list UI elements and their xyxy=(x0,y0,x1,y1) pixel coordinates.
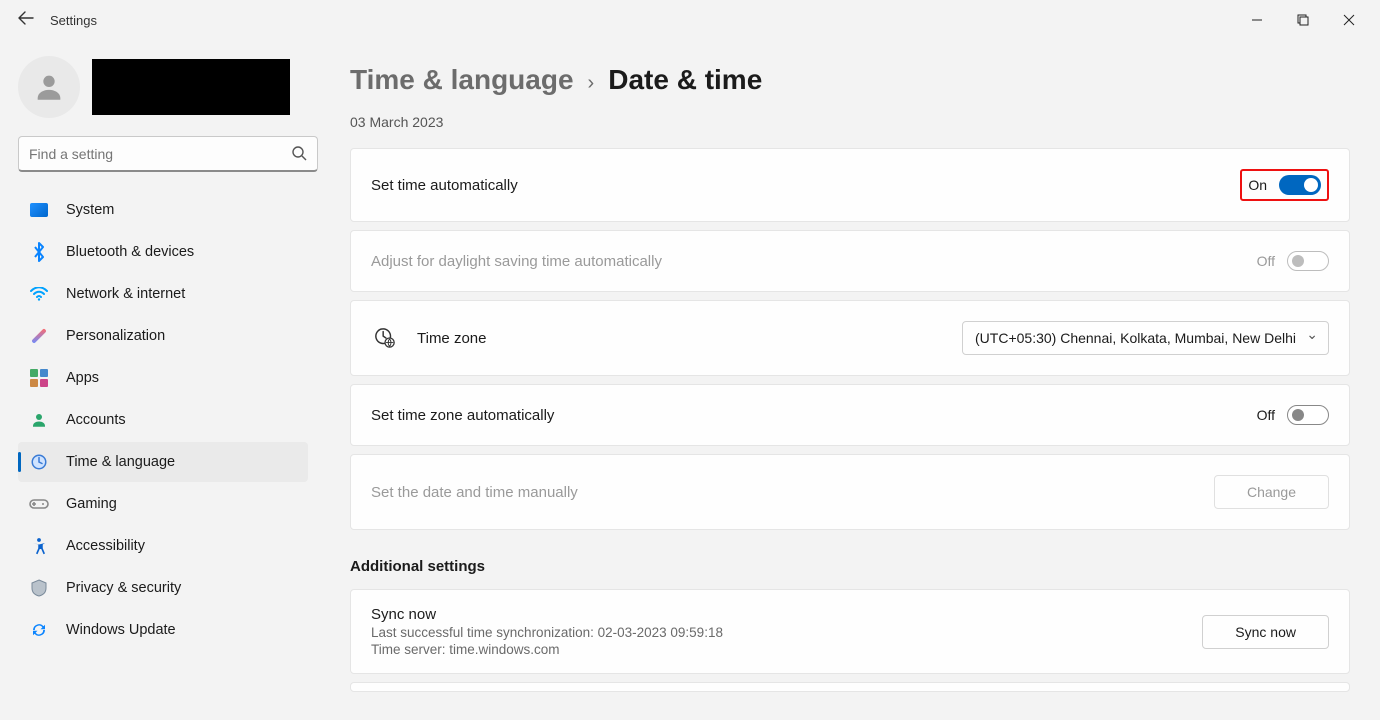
time-zone-dropdown[interactable]: (UTC+05:30) Chennai, Kolkata, Mumbai, Ne… xyxy=(962,321,1329,355)
sidebar-item-label: Accessibility xyxy=(66,538,145,554)
time-zone-icon xyxy=(371,327,399,349)
sidebar-item-label: Gaming xyxy=(66,496,117,512)
sidebar-item-label: Privacy & security xyxy=(66,580,181,596)
minimize-button[interactable] xyxy=(1234,0,1280,40)
personalization-icon xyxy=(28,325,50,347)
sync-last: Last successful time synchronization: 02… xyxy=(371,625,723,640)
sidebar-item-label: Personalization xyxy=(66,328,165,344)
gaming-icon xyxy=(28,493,50,515)
wifi-icon xyxy=(28,283,50,305)
sidebar-item-personalization[interactable]: Personalization xyxy=(18,316,308,356)
sidebar-item-apps[interactable]: Apps xyxy=(18,358,308,398)
sidebar-item-gaming[interactable]: Gaming xyxy=(18,484,308,524)
sidebar-item-windows-update[interactable]: Windows Update xyxy=(18,610,308,650)
nav-list: System Bluetooth & devices Network & int… xyxy=(18,190,308,650)
accounts-icon xyxy=(28,409,50,431)
maximize-icon xyxy=(1297,14,1309,26)
clock-globe-icon xyxy=(28,451,50,473)
close-button[interactable] xyxy=(1326,0,1372,40)
sync-now-button[interactable]: Sync now xyxy=(1202,615,1329,649)
row-time-zone: Time zone (UTC+05:30) Chennai, Kolkata, … xyxy=(350,300,1350,376)
row-label: Set time zone automatically xyxy=(371,407,554,424)
window-controls xyxy=(1234,0,1372,40)
toggle-set-tz-automatically[interactable] xyxy=(1287,405,1329,425)
toggle-state: Off xyxy=(1257,253,1275,269)
dropdown-value: (UTC+05:30) Chennai, Kolkata, Mumbai, Ne… xyxy=(975,330,1296,346)
toggle-state: Off xyxy=(1257,407,1275,423)
avatar xyxy=(18,56,80,118)
sidebar-item-label: Network & internet xyxy=(66,286,185,302)
row-placeholder xyxy=(350,682,1350,692)
sidebar-item-label: Accounts xyxy=(66,412,126,428)
sidebar-item-label: System xyxy=(66,202,114,218)
toggle-set-time-automatically[interactable] xyxy=(1279,175,1321,195)
search-icon xyxy=(291,145,307,166)
section-heading-additional: Additional settings xyxy=(350,558,1350,575)
chevron-right-icon: › xyxy=(588,72,595,95)
back-button[interactable] xyxy=(8,10,44,31)
maximize-button[interactable] xyxy=(1280,0,1326,40)
row-label: Set time automatically xyxy=(371,177,518,194)
shield-icon xyxy=(28,577,50,599)
sidebar-item-time-language[interactable]: Time & language xyxy=(18,442,308,482)
apps-icon xyxy=(28,367,50,389)
sidebar-item-label: Windows Update xyxy=(66,622,176,638)
sidebar-item-privacy[interactable]: Privacy & security xyxy=(18,568,308,608)
change-button: Change xyxy=(1214,475,1329,509)
sidebar-item-system[interactable]: System xyxy=(18,190,308,230)
system-icon xyxy=(28,199,50,221)
row-label: Set the date and time manually xyxy=(371,484,578,501)
page-title: Date & time xyxy=(608,64,762,96)
close-icon xyxy=(1343,14,1355,26)
account-name-redacted xyxy=(92,59,290,115)
accessibility-icon xyxy=(28,535,50,557)
row-set-manually: Set the date and time manually Change xyxy=(350,454,1350,530)
toggle-adjust-dst xyxy=(1287,251,1329,271)
person-icon xyxy=(32,70,66,104)
sidebar-item-label: Apps xyxy=(66,370,99,386)
titlebar: Settings xyxy=(0,0,1380,40)
sync-server: Time server: time.windows.com xyxy=(371,642,723,657)
sidebar-item-network[interactable]: Network & internet xyxy=(18,274,308,314)
sync-title: Sync now xyxy=(371,606,723,623)
sidebar-item-label: Bluetooth & devices xyxy=(66,244,194,260)
back-arrow-icon xyxy=(18,10,34,26)
toggle-state: On xyxy=(1248,177,1267,193)
bluetooth-icon xyxy=(28,241,50,263)
row-set-tz-automatically: Set time zone automatically Off xyxy=(350,384,1350,446)
minimize-icon xyxy=(1251,14,1263,26)
sidebar-item-label: Time & language xyxy=(66,454,175,470)
row-set-time-automatically: Set time automatically On xyxy=(350,148,1350,222)
breadcrumb-parent[interactable]: Time & language xyxy=(350,64,574,96)
sidebar-item-accounts[interactable]: Accounts xyxy=(18,400,308,440)
sidebar: System Bluetooth & devices Network & int… xyxy=(0,40,320,720)
app-title: Settings xyxy=(50,13,97,28)
account-block[interactable] xyxy=(18,50,308,136)
current-date: 03 March 2023 xyxy=(350,114,1350,130)
sidebar-item-accessibility[interactable]: Accessibility xyxy=(18,526,308,566)
search-input[interactable] xyxy=(29,146,283,162)
highlight-annotation: On xyxy=(1240,169,1329,201)
row-adjust-dst: Adjust for daylight saving time automati… xyxy=(350,230,1350,292)
search-box[interactable] xyxy=(18,136,318,172)
row-sync-now: Sync now Last successful time synchroniz… xyxy=(350,589,1350,674)
row-label: Time zone xyxy=(417,330,486,347)
breadcrumb: Time & language › Date & time xyxy=(350,64,1350,96)
row-label: Adjust for daylight saving time automati… xyxy=(371,253,662,270)
main-content: Time & language › Date & time 03 March 2… xyxy=(320,40,1380,720)
sidebar-item-bluetooth[interactable]: Bluetooth & devices xyxy=(18,232,308,272)
update-icon xyxy=(28,619,50,641)
